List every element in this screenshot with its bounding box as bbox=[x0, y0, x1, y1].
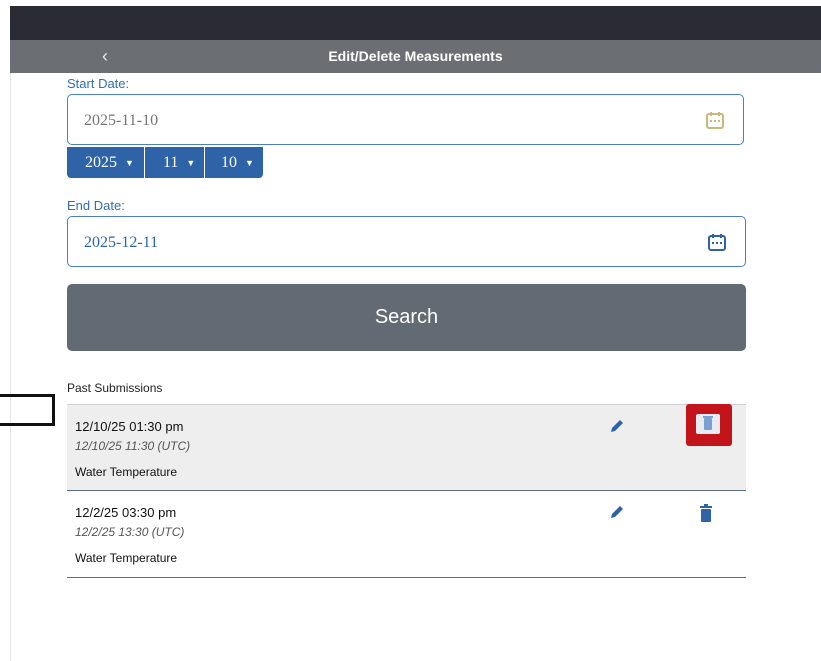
trash-icon[interactable] bbox=[695, 503, 717, 525]
trash-icon[interactable] bbox=[696, 414, 720, 434]
end-date-label: End Date: bbox=[67, 198, 125, 213]
day-select[interactable]: 10 ▼ bbox=[205, 147, 263, 178]
calendar-icon[interactable] bbox=[705, 110, 725, 130]
submission-utc: 12/2/25 13:30 (UTC) bbox=[75, 525, 185, 539]
start-date-field[interactable] bbox=[67, 94, 744, 146]
pencil-icon[interactable] bbox=[608, 417, 626, 435]
past-submissions-title: Past Submissions bbox=[67, 381, 163, 395]
start-date-label: Start Date: bbox=[67, 76, 130, 91]
submission-datetime: 12/2/25 03:30 pm bbox=[75, 505, 177, 520]
start-date-input[interactable] bbox=[82, 95, 686, 146]
day-value: 10 bbox=[221, 153, 237, 171]
annotation-box bbox=[0, 394, 55, 426]
end-date-field[interactable] bbox=[67, 216, 746, 268]
panel-edge bbox=[10, 73, 11, 661]
submission-row[interactable]: 12/10/25 01:30 pm 12/10/25 11:30 (UTC) W… bbox=[67, 404, 746, 491]
pencil-icon[interactable] bbox=[608, 503, 626, 521]
month-select[interactable]: 11 ▼ bbox=[145, 147, 205, 178]
submission-row[interactable]: 12/2/25 03:30 pm 12/2/25 13:30 (UTC) Wat… bbox=[67, 491, 746, 578]
submission-type: Water Temperature bbox=[75, 551, 178, 565]
start-date-picker: 2025 ▼ 11 ▼ 10 ▼ bbox=[67, 147, 263, 178]
top-bar bbox=[10, 6, 821, 40]
delete-button-highlight[interactable] bbox=[686, 404, 732, 446]
caret-down-icon: ▼ bbox=[186, 157, 196, 168]
year-value: 2025 bbox=[85, 153, 117, 171]
year-select[interactable]: 2025 ▼ bbox=[67, 147, 145, 178]
search-button[interactable]: Search bbox=[67, 284, 746, 351]
submission-datetime: 12/10/25 01:30 pm bbox=[75, 419, 184, 434]
end-date-input[interactable] bbox=[82, 217, 686, 268]
page-title: Edit/Delete Measurements bbox=[328, 48, 503, 64]
submission-utc: 12/10/25 11:30 (UTC) bbox=[75, 439, 191, 453]
submission-type: Water Temperature bbox=[75, 465, 178, 479]
month-value: 11 bbox=[163, 153, 179, 171]
calendar-icon[interactable] bbox=[707, 232, 727, 252]
app-header: ‹ Edit/Delete Measurements bbox=[10, 40, 821, 73]
caret-down-icon: ▼ bbox=[125, 157, 134, 168]
caret-down-icon: ▼ bbox=[245, 157, 254, 168]
